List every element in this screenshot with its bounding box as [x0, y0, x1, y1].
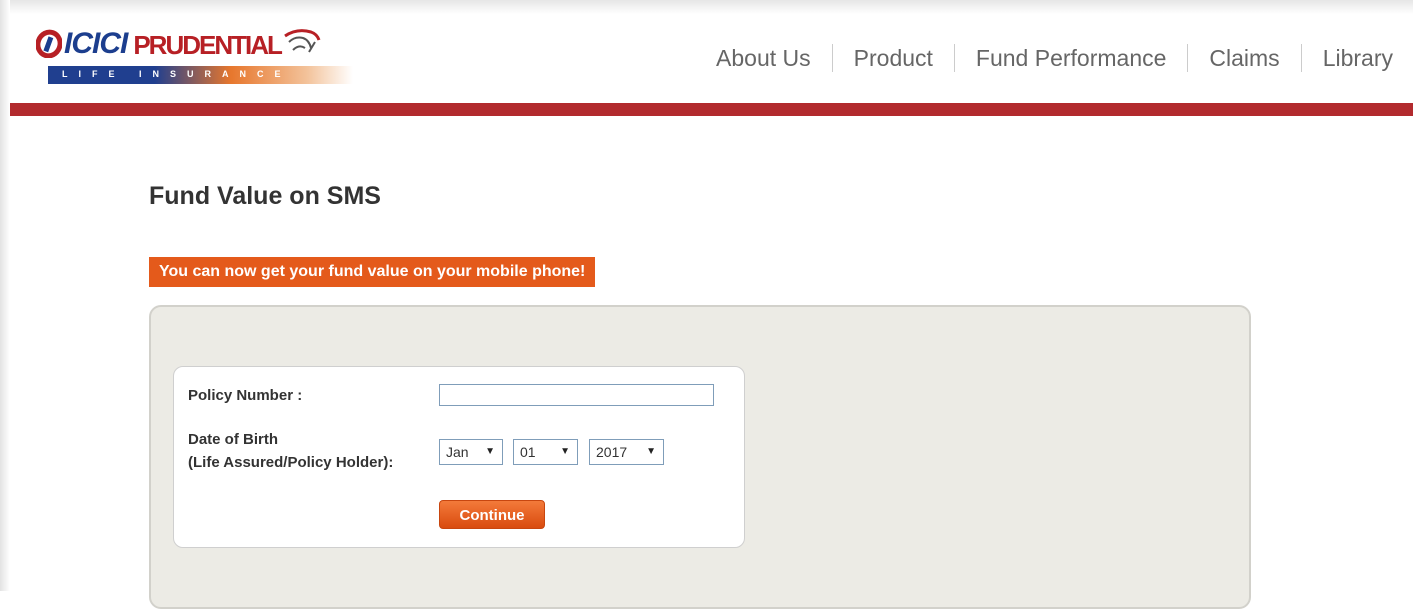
dob-label: Date of Birth	[188, 431, 278, 448]
nav-claims[interactable]: Claims	[1187, 44, 1300, 72]
page-title: Fund Value on SMS	[149, 182, 381, 210]
window-shadow-left	[0, 0, 10, 591]
icici-prudential-logo[interactable]: ICICI PRUDENTIAL LIFE INSURANCE	[36, 24, 386, 94]
nav-about-us[interactable]: About Us	[695, 44, 832, 72]
promo-banner: You can now get your fund value on your …	[149, 257, 596, 287]
dob-month-value: Jan	[446, 444, 469, 460]
logo-tagline: LIFE INSURANCE	[62, 69, 292, 79]
logo-brand-secondary: PRUDENTIAL	[133, 30, 283, 60]
icici-logo-mark-icon	[36, 29, 62, 58]
policy-number-input[interactable]	[439, 384, 714, 406]
policy-number-label: Policy Number :	[188, 387, 303, 404]
site-header: ICICI PRUDENTIAL LIFE INSURANCE About Us …	[10, 14, 1413, 104]
dob-year-value: 2017	[596, 444, 628, 460]
logo-tagline-band: LIFE INSURANCE	[48, 66, 353, 84]
dob-sublabel: (Life Assured/Policy Holder):	[188, 454, 394, 471]
nav-library[interactable]: Library	[1300, 44, 1393, 72]
dob-year-select[interactable]: 2017 ▼	[589, 439, 664, 465]
header-divider-bar	[10, 103, 1413, 116]
dropdown-arrow-icon: ▼	[560, 446, 570, 457]
page: ICICI PRUDENTIAL LIFE INSURANCE About Us …	[0, 0, 1413, 609]
lion-mascot-icon	[284, 29, 321, 53]
window-shadow-top	[0, 0, 1413, 14]
main-nav: About Us Product Fund Performance Claims…	[695, 44, 1393, 72]
dob-day-value: 01	[520, 444, 536, 460]
nav-product[interactable]: Product	[831, 44, 954, 72]
continue-button[interactable]: Continue	[439, 500, 545, 529]
dob-month-select[interactable]: Jan ▼	[439, 439, 503, 465]
dropdown-arrow-icon: ▼	[485, 446, 495, 457]
nav-fund-performance[interactable]: Fund Performance	[953, 44, 1187, 72]
dob-day-select[interactable]: 01 ▼	[513, 439, 578, 465]
logo-wordmark: ICICI PRUDENTIAL	[36, 28, 321, 62]
logo-brand-primary: ICICI	[64, 27, 128, 60]
dropdown-arrow-icon: ▼	[646, 446, 656, 457]
